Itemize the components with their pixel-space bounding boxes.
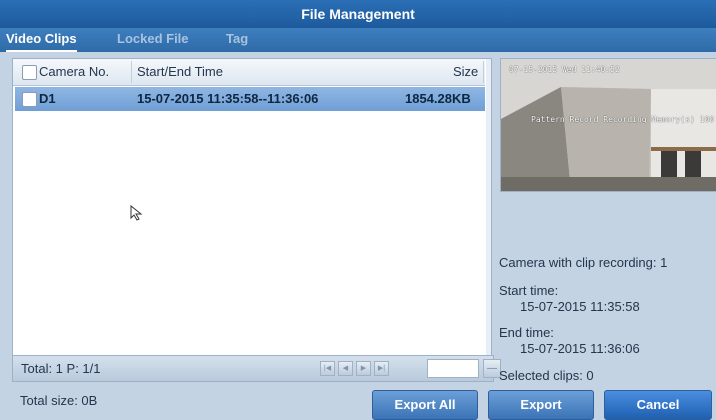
page-number-input[interactable]: [427, 359, 479, 378]
header-time[interactable]: Start/End Time: [137, 59, 223, 85]
header-size[interactable]: Size: [453, 59, 478, 85]
prev-page-icon[interactable]: ◀: [338, 361, 353, 376]
next-page-icon[interactable]: ▶: [356, 361, 371, 376]
video-preview: 07-15-2015 Wed 11:40:52 Pattern Record R…: [500, 58, 716, 192]
start-time-label: Start time:: [499, 283, 559, 298]
mouse-pointer-icon: [130, 205, 143, 221]
tab-locked-file[interactable]: Locked File: [117, 28, 189, 50]
list-header: Camera No. Start/End Time Size: [13, 59, 485, 86]
tab-tag[interactable]: Tag: [226, 28, 248, 50]
pagination-bar: Total: 1 P: 1/1 |◀ ◀ ▶ ▶| —: [12, 355, 501, 382]
select-all-checkbox[interactable]: [22, 65, 37, 80]
total-size: Total size: 0B: [20, 393, 98, 408]
export-button[interactable]: Export: [488, 390, 594, 420]
header-camera[interactable]: Camera No.: [39, 59, 109, 85]
row-checkbox[interactable]: [22, 92, 37, 107]
end-time-value: 15-07-2015 11:36:06: [520, 341, 640, 356]
start-time-value: 15-07-2015 11:35:58: [520, 299, 640, 314]
camera-count: Camera with clip recording: 1: [499, 255, 668, 270]
table-row[interactable]: D1 15-07-2015 11:35:58--11:36:06 1854.28…: [15, 87, 485, 111]
row-time: 15-07-2015 11:35:58--11:36:06: [137, 91, 319, 106]
window-title: File Management: [0, 0, 716, 28]
pagination-total: Total: 1 P: 1/1: [21, 361, 101, 376]
selected-clips: Selected clips: 0: [499, 368, 594, 383]
osd-timestamp: 07-15-2015 Wed 11:40:52: [509, 65, 620, 74]
column-divider: [131, 61, 132, 83]
first-page-icon[interactable]: |◀: [320, 361, 335, 376]
cancel-button[interactable]: Cancel: [604, 390, 712, 420]
preview-image: [501, 59, 716, 191]
tab-bar: Video Clips Locked File Tag: [0, 28, 716, 52]
column-divider: [483, 61, 484, 83]
export-all-button[interactable]: Export All: [372, 390, 478, 420]
tab-video-clips[interactable]: Video Clips: [6, 28, 77, 52]
row-camera: D1: [39, 91, 56, 106]
list-scrollbar[interactable]: [486, 59, 491, 355]
clip-list: Camera No. Start/End Time Size D1 15-07-…: [12, 58, 492, 356]
end-time-label: End time:: [499, 325, 554, 340]
last-page-icon[interactable]: ▶|: [374, 361, 389, 376]
row-size: 1854.28KB: [405, 91, 471, 106]
osd-status-banner: Pattern Record Recording Memory(s) 100: [531, 115, 715, 124]
